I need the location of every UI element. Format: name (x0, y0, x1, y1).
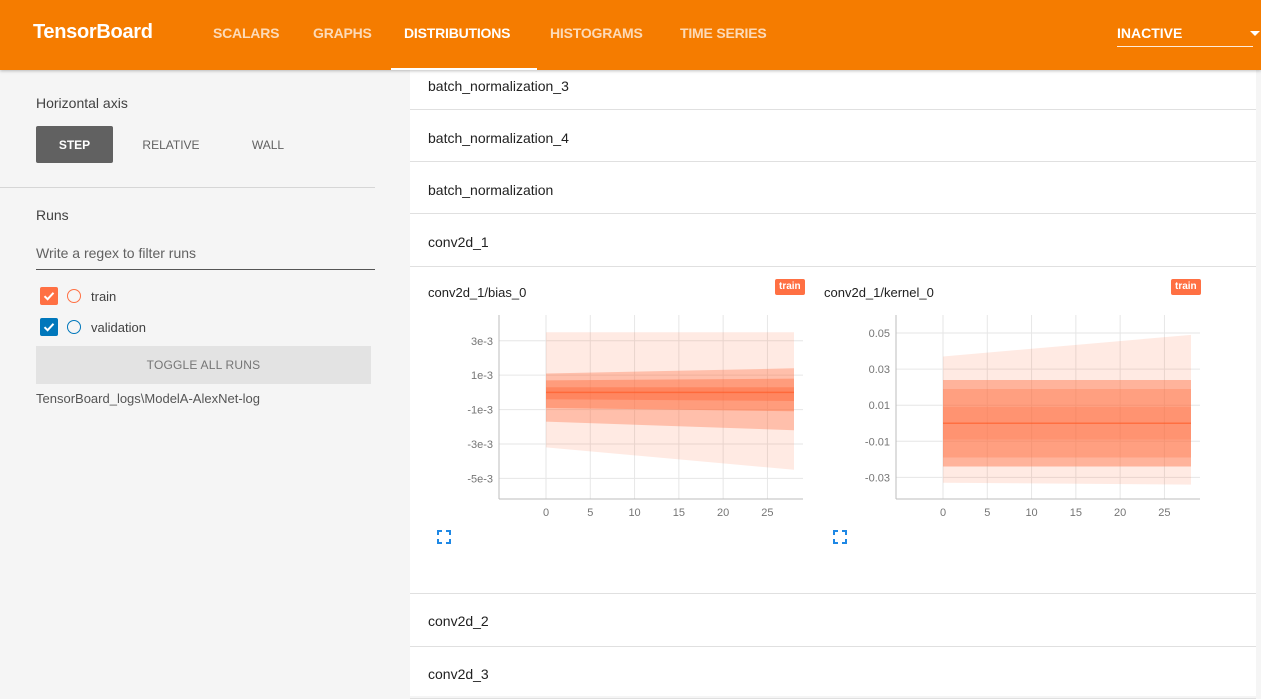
tab-distributions[interactable]: DISTRIBUTIONS (404, 25, 510, 41)
distribution-chart[interactable]: 0.05 0.03 0.01 -0.01 -0.03 0 5 10 15 20 25 (807, 307, 1200, 567)
chart-card: conv2d_1/kernel_0 train 0.05 0.03 0.01 -0.0… (807, 267, 1201, 587)
x-tick-label: 5 (984, 507, 990, 519)
x-tick-label: 0 (543, 507, 549, 519)
tab-histograms[interactable]: HISTOGRAMS (550, 25, 643, 41)
checkbox-checked-icon[interactable] (40, 287, 58, 305)
category-conv2d-1[interactable]: conv2d_1 (410, 214, 1256, 267)
y-tick-label: -0.03 (865, 472, 890, 484)
y-tick-label: -5e-3 (467, 473, 493, 485)
axis-relative-button[interactable]: RELATIVE (126, 126, 216, 163)
main-content: batch_normalization_3 batch_normalizatio… (410, 70, 1256, 699)
run-name: validation (91, 319, 146, 335)
y-tick-label: -3e-3 (467, 439, 493, 451)
dropdown-underline (1117, 46, 1253, 47)
top-app-bar: TensorBoard SCALARS GRAPHS DISTRIBUTIONS… (0, 0, 1261, 70)
x-tick-label: 0 (940, 507, 946, 519)
distribution-chart[interactable]: 3e-3 1e-3 -1e-3 -3e-3 -5e-3 0 5 10 15 20 25 (410, 307, 803, 567)
log-directory: TensorBoard_logs\ModelA-AlexNet-log (36, 391, 261, 406)
y-tick-label: -0.01 (865, 436, 890, 448)
active-tab-indicator (391, 68, 537, 70)
x-tick-label: 25 (1158, 507, 1170, 519)
app-title[interactable]: TensorBoard (33, 21, 153, 44)
x-tick-label: 15 (673, 507, 685, 519)
x-tick-label: 15 (1070, 507, 1082, 519)
category-batch-normalization[interactable]: batch_normalization (410, 162, 1256, 214)
run-badge: train (1171, 279, 1201, 295)
sidebar-divider (0, 187, 375, 188)
toggle-all-runs-button[interactable]: TOGGLE ALL RUNS (36, 346, 371, 384)
runs-label: Runs (36, 207, 69, 223)
run-name: train (91, 288, 117, 304)
run-badge: train (775, 279, 805, 295)
x-tick-label: 20 (717, 507, 729, 519)
run-item-train[interactable]: train (40, 286, 116, 306)
x-tick-label: 25 (761, 507, 773, 519)
axis-wall-button[interactable]: WALL (233, 126, 303, 163)
checkbox-checked-icon[interactable] (40, 318, 58, 336)
conv2d-1-charts: conv2d_1/bias_0 train 3e-3 1e-3 -1e-3 -3e-3… (410, 267, 1256, 594)
x-tick-label: 10 (1025, 507, 1037, 519)
sidebar: Horizontal axis STEP RELATIVE WALL Runs … (0, 70, 392, 696)
expand-icon[interactable] (833, 530, 847, 544)
y-tick-label: 0.01 (869, 400, 890, 412)
y-tick-label: -1e-3 (467, 405, 493, 417)
x-tick-label: 20 (1114, 507, 1126, 519)
run-color-radio-icon[interactable] (67, 320, 81, 334)
tab-graphs[interactable]: GRAPHS (313, 25, 372, 41)
tab-time-series[interactable]: TIME SERIES (680, 25, 767, 41)
y-tick-label: 0.03 (869, 364, 890, 376)
run-filter-input[interactable]: Write a regex to filter runs (36, 243, 375, 270)
inactive-dropdown[interactable]: INACTIVE (1117, 25, 1182, 41)
chart-card: conv2d_1/bias_0 train 3e-3 1e-3 -1e-3 -3e-3… (410, 267, 805, 587)
x-tick-label: 10 (628, 507, 640, 519)
category-batch-normalization-4[interactable]: batch_normalization_4 (410, 110, 1256, 162)
chart-title: conv2d_1/kernel_0 (824, 285, 934, 300)
x-tick-label: 5 (587, 507, 593, 519)
tab-scalars[interactable]: SCALARS (213, 25, 279, 41)
axis-step-button[interactable]: STEP (36, 126, 113, 163)
chevron-down-icon[interactable] (1250, 31, 1260, 36)
run-item-validation[interactable]: validation (40, 317, 146, 337)
distribution-band (546, 387, 794, 401)
y-tick-label: 3e-3 (471, 336, 493, 348)
y-tick-label: 0.05 (869, 328, 890, 340)
category-conv2d-2[interactable]: conv2d_2 (410, 595, 1256, 647)
category-conv2d-3[interactable]: conv2d_3 (410, 647, 1256, 699)
chart-title: conv2d_1/bias_0 (428, 285, 527, 300)
category-batch-normalization-3[interactable]: batch_normalization_3 (410, 70, 1256, 110)
expand-icon[interactable] (437, 530, 451, 544)
run-color-radio-icon[interactable] (67, 289, 81, 303)
y-tick-label: 1e-3 (471, 370, 493, 382)
horizontal-axis-label: Horizontal axis (36, 95, 128, 111)
